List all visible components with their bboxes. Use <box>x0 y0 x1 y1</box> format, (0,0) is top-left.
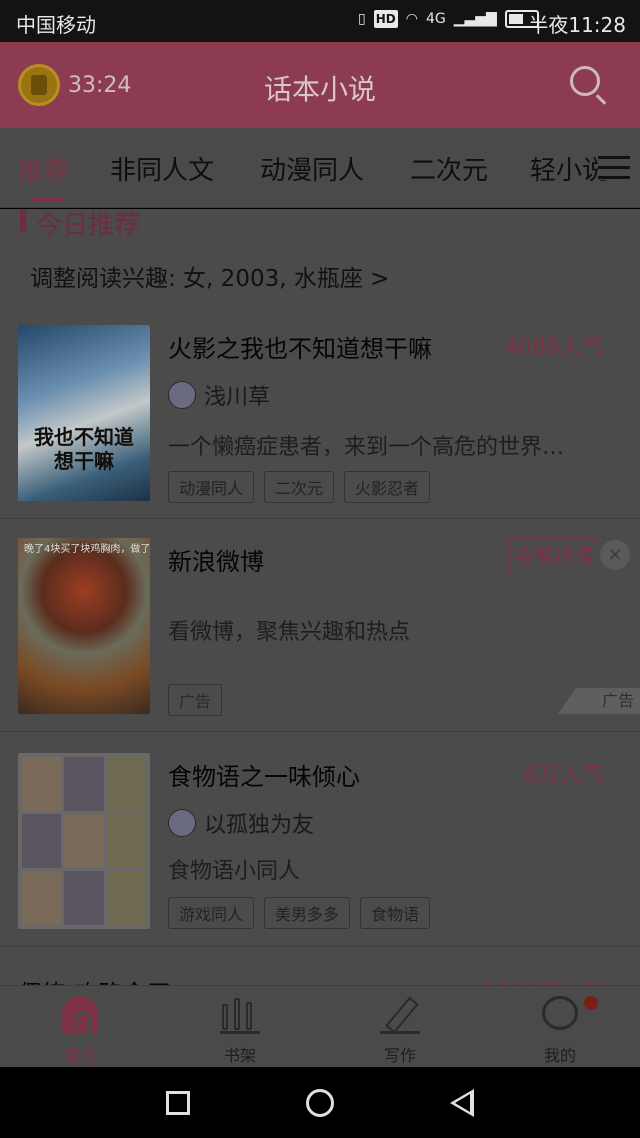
tab-recommend[interactable]: 推荐 <box>18 150 70 187</box>
notification-dot <box>584 996 598 1010</box>
search-icon[interactable] <box>570 66 600 96</box>
avatar <box>168 809 196 837</box>
ad-title[interactable]: 新浪微博 <box>168 542 264 577</box>
author-name: 浅川草 <box>204 385 271 410</box>
book-description: 一个懒癌症患者，来到一个高危的世界… <box>168 435 565 460</box>
section-title: 今日推荐 <box>36 211 141 241</box>
section-marker <box>20 209 26 231</box>
tab-acg[interactable]: 二次元 <box>410 150 488 187</box>
network-label: 4G <box>425 11 446 27</box>
ad-description: 看微博，聚焦兴趣和热点 <box>168 620 411 645</box>
recents-icon[interactable] <box>166 1091 190 1115</box>
nav-profile[interactable]: 我的 <box>480 986 640 1068</box>
nav-write[interactable]: 写作 <box>320 986 480 1068</box>
active-tab-indicator <box>30 198 64 202</box>
nav-home[interactable]: 首页 <box>0 986 160 1068</box>
bookshelf-icon <box>220 996 260 1034</box>
view-details-button[interactable]: 查看详情 <box>508 538 600 574</box>
tab-anime-fanfic[interactable]: 动漫同人 <box>260 150 364 187</box>
hd-icon: HD <box>373 10 398 28</box>
home-circle-icon[interactable] <box>306 1089 334 1117</box>
tag[interactable]: 游戏同人 <box>168 897 255 929</box>
avatar <box>168 381 196 409</box>
nav-label: 首页 <box>63 1046 96 1065</box>
wifi-icon: ◠ <box>405 11 418 27</box>
author-name: 以孤独为友 <box>204 813 315 838</box>
book-card[interactable]: 偶练:攻略全厂 1797万人气 <box>0 948 640 985</box>
vibrate-icon: ▯ <box>358 11 366 27</box>
bottom-navigation: 首页 书架 写作 我的 <box>0 985 640 1067</box>
ad-card[interactable]: 晚了4块买了块鸡胸肉，做了一… 新浪微博 查看详情 × 看微博，聚焦兴趣和热点 … <box>0 520 640 732</box>
status-icons: ▯ HD ◠ 4G ▁▃▅▇ <box>358 9 539 29</box>
tag[interactable]: 食物语 <box>360 897 431 929</box>
back-icon[interactable] <box>450 1089 474 1117</box>
home-icon <box>62 996 98 1037</box>
tag[interactable]: 美男多多 <box>264 897 351 929</box>
status-bar: 中国移动 ▯ HD ◠ 4G ▁▃▅▇ 半夜11:28 <box>0 0 640 42</box>
category-tabs: 推荐 非同人文 动漫同人 二次元 轻小说 <box>0 128 640 208</box>
book-card[interactable]: 食物语之一味倾心 6万人气 以孤独为友 食物语小同人 游戏同人 美男多多 食物语 <box>0 733 640 947</box>
system-navigation-bar <box>0 1067 640 1138</box>
interest-settings-link[interactable]: 调整阅读兴趣: 女, 2003, 水瓶座 > <box>30 259 389 293</box>
author[interactable]: 以孤独为友 <box>168 807 314 839</box>
tag-list: 游戏同人 美男多多 食物语 <box>168 897 431 929</box>
book-card[interactable]: 我也不知道想干嘛 火影之我也不知道想干嘛 4086人气 浅川草 一个懒癌症患者，… <box>0 309 640 519</box>
nav-label: 写作 <box>383 1046 416 1065</box>
cover-text: 我也不知道想干嘛 <box>34 425 134 473</box>
clock: 半夜11:28 <box>528 13 626 37</box>
pen-icon <box>380 996 420 1034</box>
close-ad-icon[interactable]: × <box>600 540 630 570</box>
book-cover[interactable]: 我也不知道想干嘛 <box>18 325 150 501</box>
profile-icon <box>542 996 578 1030</box>
menu-icon[interactable] <box>598 156 630 180</box>
tag[interactable]: 火影忍者 <box>344 471 431 503</box>
book-title[interactable]: 食物语之一味倾心 <box>168 757 360 792</box>
ad-image[interactable]: 晚了4块买了块鸡胸肉，做了一… <box>18 538 150 714</box>
signal-icon: ▁▃▅▇ <box>453 11 497 27</box>
tag[interactable]: 动漫同人 <box>168 471 255 503</box>
nav-label: 书架 <box>223 1046 256 1065</box>
popularity: 6万人气 <box>524 763 604 788</box>
book-cover[interactable] <box>18 753 150 929</box>
tag-list: 动漫同人 二次元 火影忍者 <box>168 471 431 503</box>
tab-original[interactable]: 非同人文 <box>110 150 214 187</box>
feed: 今日推荐 调整阅读兴趣: 女, 2003, 水瓶座 > 我也不知道想干嘛 火影之… <box>0 209 640 985</box>
book-title[interactable]: 火影之我也不知道想干嘛 <box>168 329 432 364</box>
popularity: 4086人气 <box>504 335 604 360</box>
nav-label: 我的 <box>543 1046 576 1065</box>
nav-bookshelf[interactable]: 书架 <box>160 986 320 1068</box>
app-header: 33:24 话本小说 <box>0 42 640 128</box>
ad-image-caption: 晚了4块买了块鸡胸肉，做了一… <box>24 544 150 555</box>
ad-corner-mark: 广告 <box>558 688 640 714</box>
ad-label: 广告 <box>168 684 223 716</box>
tab-light-novel[interactable]: 轻小说 <box>530 150 608 187</box>
app-title: 话本小说 <box>263 73 376 106</box>
author[interactable]: 浅川草 <box>168 379 270 411</box>
tag[interactable]: 二次元 <box>264 471 335 503</box>
book-description: 食物语小同人 <box>168 859 301 884</box>
popularity: 1797万人气 <box>482 974 604 985</box>
book-title[interactable]: 偶练:攻略全厂 <box>18 974 170 985</box>
carrier-name: 中国移动 <box>16 13 96 37</box>
